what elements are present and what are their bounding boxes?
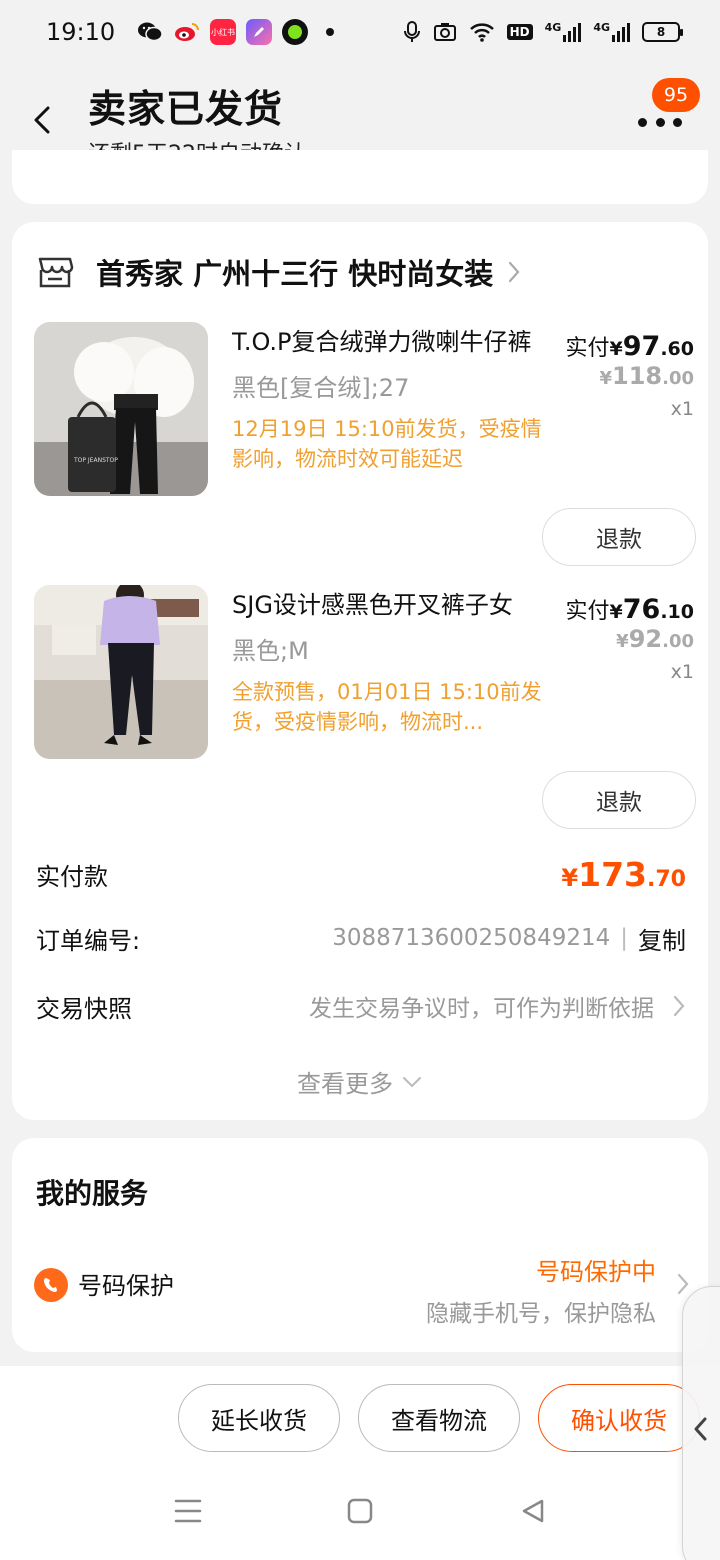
product-title[interactable]: T.O.P复合绒弹力微喇牛仔裤 xyxy=(232,324,532,360)
chevron-right-icon xyxy=(677,1273,689,1295)
shop-name: 首秀家 广州十三行 快时尚女装 xyxy=(96,257,494,291)
view-logistics-button[interactable]: 查看物流 xyxy=(358,1384,520,1452)
camera-icon xyxy=(433,21,457,43)
status-bar: 19:10 小红书 HD 4G 4G 8 xyxy=(0,0,720,64)
bottom-action-bar: 延长收货 查看物流 确认收货 xyxy=(0,1366,720,1560)
confirm-receipt-button[interactable]: 确认收货 xyxy=(538,1384,700,1452)
status-time: 19:10 xyxy=(46,18,116,46)
product-item[interactable]: TOP JEANSTOP T.O.P复合绒弹力微喇牛仔裤 黑色[复合绒];27 … xyxy=(34,322,696,566)
more-dot xyxy=(673,117,682,127)
back-button[interactable] xyxy=(24,102,60,138)
shipping-note: 12月19日 15:10前发货，受疫情影响，物流时效可能延迟 xyxy=(232,417,542,471)
back-nav-icon[interactable] xyxy=(520,1498,546,1528)
chevron-left-icon xyxy=(34,106,50,134)
divider: | xyxy=(620,925,628,951)
wechat-icon xyxy=(136,19,164,45)
quantity: x1 xyxy=(670,661,694,683)
side-edge-panel-handle[interactable] xyxy=(682,1286,720,1560)
refund-button[interactable]: 退款 xyxy=(542,508,696,566)
extend-receipt-button[interactable]: 延长收货 xyxy=(178,1384,340,1452)
system-navigation-bar xyxy=(0,1484,720,1544)
order-number-label: 订单编号: xyxy=(36,926,141,955)
order-number: 3088713600250849214 xyxy=(332,925,611,951)
battery-icon: 8 xyxy=(642,22,683,42)
wifi-icon xyxy=(469,21,495,43)
page-title: 卖家已发货 xyxy=(88,87,284,131)
bag-print: TOP JEANSTOP xyxy=(73,457,118,464)
pen-app-icon xyxy=(246,19,272,45)
see-more-button[interactable]: 查看更多 xyxy=(12,1064,708,1099)
my-services-card: 我的服务 号码保护 号码保护中 隐藏手机号，保护隐私 xyxy=(12,1138,708,1352)
more-dot xyxy=(638,117,647,127)
refund-button[interactable]: 退款 xyxy=(542,771,696,829)
shop-link[interactable]: 首秀家 广州十三行 快时尚女装 xyxy=(36,250,521,294)
copy-order-number-button[interactable]: 复制 xyxy=(638,921,686,956)
snapshot-label: 交易快照 xyxy=(36,994,132,1023)
order-card: 首秀家 广州十三行 快时尚女装 TOP JEANSTOP T.O.P复合绒弹力微… xyxy=(12,222,708,1120)
total-row: 实付款 ¥173.70 xyxy=(36,852,686,896)
order-number-value: 3088713600250849214 | 复制 xyxy=(332,921,686,956)
original-price: ¥92.00 xyxy=(616,625,694,653)
more-menu-button[interactable] xyxy=(638,110,682,134)
trade-snapshot-row[interactable]: 交易快照 发生交易争议时，可作为判断依据 xyxy=(36,984,686,1028)
paid-price: 实付¥76.10 xyxy=(565,594,695,625)
quantity: x1 xyxy=(670,398,694,420)
home-nav-icon[interactable] xyxy=(347,1498,373,1528)
signal-4g-icon-1: 4G xyxy=(545,21,582,43)
number-protection-row[interactable]: 号码保护 号码保护中 隐藏手机号，保护隐私 xyxy=(34,1258,694,1340)
product-sku: 黑色[复合绒];27 xyxy=(232,374,410,402)
chevron-right-icon xyxy=(509,261,520,283)
previous-card-bottom xyxy=(12,150,708,204)
system-icons: HD 4G 4G 8 xyxy=(403,20,683,44)
product-item[interactable]: SJG设计感黑色开叉裤子女 黑色;M 全款预售，01月01日 15:10前发货，… xyxy=(34,585,696,829)
chevron-down-icon xyxy=(403,1076,421,1087)
shop-icon xyxy=(38,257,74,288)
product-sku: 黑色;M xyxy=(232,637,309,665)
hd-voice-icon: HD xyxy=(506,24,533,40)
paid-price: 实付¥97.60 xyxy=(565,331,695,362)
more-dot xyxy=(655,117,665,127)
original-price: ¥118.00 xyxy=(599,362,694,390)
product-image[interactable] xyxy=(34,585,208,759)
microphone-icon xyxy=(403,20,421,44)
chevron-right-icon xyxy=(673,995,685,1017)
green-dot-app-icon xyxy=(282,19,308,45)
chevron-left-icon xyxy=(694,1417,707,1441)
service-description: 隐藏手机号，保护隐私 xyxy=(426,1301,656,1327)
signal-4g-icon-2: 4G xyxy=(593,21,630,43)
order-number-row: 订单编号: 3088713600250849214 | 复制 xyxy=(36,916,686,960)
message-count-badge: 95 xyxy=(652,78,700,112)
service-status: 号码保护中 xyxy=(536,1258,656,1286)
xiaohongshu-icon: 小红书 xyxy=(210,19,236,45)
snapshot-description: 发生交易争议时，可作为判断依据 xyxy=(309,989,686,1023)
total-amount: ¥173.70 xyxy=(561,854,686,894)
service-label: 号码保护 xyxy=(78,1272,174,1300)
services-title: 我的服务 xyxy=(36,1177,149,1210)
product-image[interactable]: TOP JEANSTOP xyxy=(34,322,208,496)
notification-icons: 小红书 xyxy=(136,19,334,45)
shipping-note: 全款预售，01月01日 15:10前发货，受疫情影响，物流时... xyxy=(232,680,542,734)
more-notifications-dot xyxy=(326,28,334,36)
weibo-icon xyxy=(174,19,200,45)
phone-shield-icon xyxy=(34,1268,68,1302)
total-label: 实付款 xyxy=(36,862,108,891)
product-title[interactable]: SJG设计感黑色开叉裤子女 xyxy=(232,587,532,623)
menu-nav-icon[interactable] xyxy=(174,1498,202,1528)
